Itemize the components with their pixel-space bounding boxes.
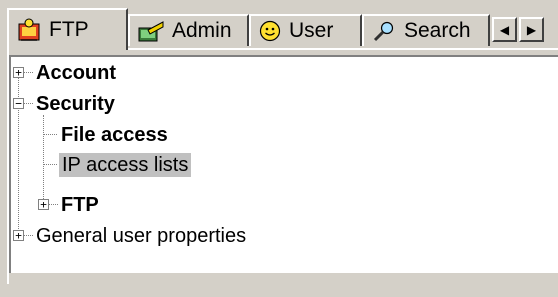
tab-scroll-left-button[interactable]: ◀ xyxy=(492,17,517,42)
tab-scroll-buttons: ◀ ▶ xyxy=(492,17,544,42)
tree-item-ip-access-lists[interactable]: IP access lists xyxy=(59,153,192,177)
tab-scroll-right-button[interactable]: ▶ xyxy=(519,17,544,42)
ftp-icon xyxy=(17,18,41,42)
tab-user[interactable]: User xyxy=(249,14,362,46)
tab-ftp-label: FTP xyxy=(49,18,89,41)
tree-connector xyxy=(44,134,57,135)
tab-strip: Admin User Search FTP ◀ ▶ xyxy=(0,0,558,50)
tree-connector xyxy=(18,71,19,235)
tree-connector xyxy=(44,164,57,165)
expand-account-button[interactable]: + xyxy=(13,67,24,78)
tree-item-file-access[interactable]: File access xyxy=(61,123,168,147)
tree-item-account[interactable]: Account xyxy=(36,61,116,85)
tree-connector xyxy=(43,115,44,205)
tab-search[interactable]: Search xyxy=(362,14,490,46)
arrow-left-icon: ◀ xyxy=(499,22,510,37)
tree-item-security[interactable]: Security xyxy=(36,92,115,116)
expand-ftp-button[interactable]: + xyxy=(38,199,49,210)
tab-admin-label: Admin xyxy=(172,19,232,42)
collapse-security-button[interactable]: − xyxy=(13,98,24,109)
tree-item-ftp[interactable]: FTP xyxy=(61,193,99,217)
tree-connector xyxy=(24,235,33,236)
smiley-icon xyxy=(259,20,281,42)
tree-connector xyxy=(24,103,33,104)
arrow-right-icon: ▶ xyxy=(526,22,537,37)
tab-user-label: User xyxy=(289,19,334,42)
magnifier-icon xyxy=(372,20,396,42)
admin-icon xyxy=(138,20,164,42)
settings-tree: + Account − Security File access IP acce… xyxy=(9,55,558,273)
tree-connector xyxy=(24,72,33,73)
tab-ftp[interactable]: FTP xyxy=(7,8,128,50)
expand-general-user-properties-button[interactable]: + xyxy=(13,230,24,241)
tree-item-general-user-properties[interactable]: General user properties xyxy=(36,224,246,248)
tree-connector xyxy=(49,204,58,205)
tab-search-label: Search xyxy=(404,19,471,42)
tab-admin[interactable]: Admin xyxy=(128,14,249,46)
